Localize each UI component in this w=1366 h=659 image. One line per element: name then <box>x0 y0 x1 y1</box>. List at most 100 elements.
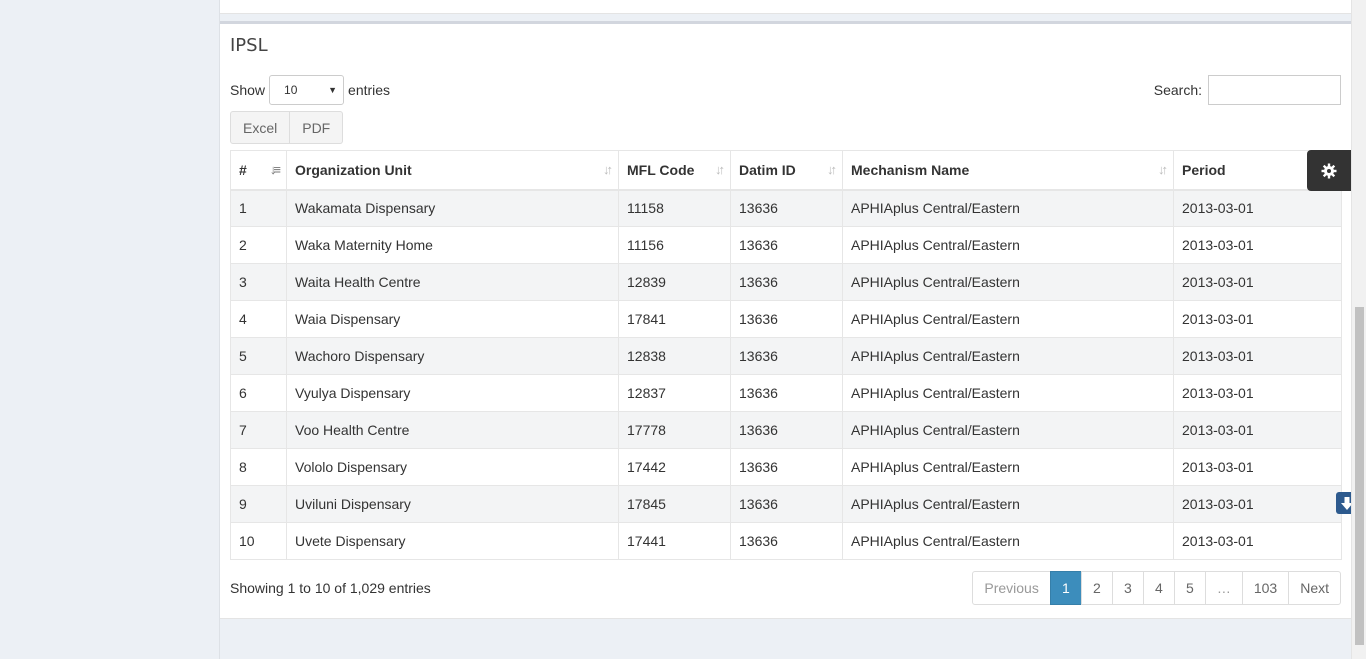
entries-length-select[interactable]: 10 ▼ <box>269 75 345 105</box>
cell-number: 5 <box>230 337 287 375</box>
cell-organization-unit: Wachoro Dispensary <box>286 337 619 375</box>
cell-organization-unit: Waka Maternity Home <box>286 226 619 264</box>
entries-length-control: Show 10 ▼ entries <box>230 75 390 105</box>
cell-mechanism-name: APHIAplus Central/Eastern <box>842 374 1174 412</box>
cell-mfl-code: 11158 <box>618 189 731 227</box>
cell-period: 2013-03-01 <box>1173 485 1342 523</box>
table-row[interactable]: 6 Vyulya Dispensary 12837 13636 APHIAplus Ce… <box>230 374 1342 412</box>
table-row[interactable]: 3 Waita Health Centre 12839 13636 APHIAplus … <box>230 263 1342 301</box>
cell-mechanism-name: APHIAplus Central/Eastern <box>842 337 1174 375</box>
cell-period: 2013-03-01 <box>1173 263 1342 301</box>
pagination-page-103[interactable]: 103 <box>1241 571 1290 605</box>
sidebar-gutter <box>0 0 219 659</box>
cell-number: 3 <box>230 263 287 301</box>
cell-mfl-code: 12837 <box>618 374 731 412</box>
settings-toggle-button[interactable] <box>1307 150 1351 191</box>
show-label: Show <box>230 82 266 98</box>
sort-both-icon: ↓↑ <box>603 162 613 177</box>
pagination-ellipsis: … <box>1204 571 1243 605</box>
table-row[interactable]: 4 Waia Dispensary 17841 13636 APHIAplus Cent… <box>230 300 1342 338</box>
column-header-number[interactable]: # ↓≡ <box>230 150 287 191</box>
cell-organization-unit: Vyulya Dispensary <box>286 374 619 412</box>
cell-datim-id: 13636 <box>730 189 843 227</box>
table-info: Showing 1 to 10 of 1,029 entries <box>230 580 431 596</box>
pagination-page-3[interactable]: 3 <box>1111 571 1144 605</box>
cell-mfl-code: 17778 <box>618 411 731 449</box>
cell-mechanism-name: APHIAplus Central/Eastern <box>842 189 1174 227</box>
table-row[interactable]: 5 Wachoro Dispensary 12838 13636 APHIAplus C… <box>230 337 1342 375</box>
cell-period: 2013-03-01 <box>1173 448 1342 486</box>
cell-mfl-code: 17442 <box>618 448 731 486</box>
data-table: # ↓≡ Organization Unit ↓↑ MFL Code ↓↑ Datim… <box>230 150 1342 560</box>
cell-period: 2013-03-01 <box>1173 226 1342 264</box>
cell-datim-id: 13636 <box>730 337 843 375</box>
table-header-row: # ↓≡ Organization Unit ↓↑ MFL Code ↓↑ Datim… <box>230 150 1342 191</box>
cell-datim-id: 13636 <box>730 374 843 412</box>
cell-organization-unit: Uviluni Dispensary <box>286 485 619 523</box>
sort-both-icon: ↓↑ <box>715 162 725 177</box>
cell-period: 2013-03-01 <box>1173 189 1342 227</box>
column-header-mfl-code[interactable]: MFL Code ↓↑ <box>618 150 731 191</box>
cell-mfl-code: 17841 <box>618 300 731 338</box>
cell-datim-id: 13636 <box>730 448 843 486</box>
column-header-datim-id[interactable]: Datim ID ↓↑ <box>730 150 843 191</box>
cell-mechanism-name: APHIAplus Central/Eastern <box>842 263 1174 301</box>
search-label: Search: <box>1153 82 1202 98</box>
cell-datim-id: 13636 <box>730 411 843 449</box>
cell-number: 4 <box>230 300 287 338</box>
table-row[interactable]: 9 Uviluni Dispensary 17845 13636 APHIAplus C… <box>230 485 1342 523</box>
excel-export-button[interactable]: Excel <box>230 111 291 144</box>
scrollbar-thumb[interactable] <box>1355 307 1364 645</box>
table-row[interactable]: 7 Voo Health Centre 17778 13636 APHIAplus Ce… <box>230 411 1342 449</box>
table-row[interactable]: 1 Wakamata Dispensary 11158 13636 APHIAplus … <box>230 189 1342 227</box>
caret-down-icon: ▼ <box>328 85 338 95</box>
entries-label: entries <box>348 82 391 98</box>
sort-both-icon: ↓↑ <box>827 162 837 177</box>
column-header-mechanism-name[interactable]: Mechanism Name ↓↑ <box>842 150 1174 191</box>
cell-mfl-code: 17845 <box>618 485 731 523</box>
cell-datim-id: 13636 <box>730 522 843 560</box>
cell-mechanism-name: APHIAplus Central/Eastern <box>842 522 1174 560</box>
cell-organization-unit: Vololo Dispensary <box>286 448 619 486</box>
previous-box-bottom <box>220 0 1351 14</box>
cell-period: 2013-03-01 <box>1173 374 1342 412</box>
cell-organization-unit: Wakamata Dispensary <box>286 189 619 227</box>
table-row[interactable]: 2 Waka Maternity Home 11156 13636 APHIAplus … <box>230 226 1342 264</box>
table-row[interactable]: 10 Uvete Dispensary 17441 13636 APHIAplus Ce… <box>230 522 1342 560</box>
cell-organization-unit: Voo Health Centre <box>286 411 619 449</box>
cell-number: 6 <box>230 374 287 412</box>
page-scrollbar[interactable] <box>1351 0 1366 659</box>
cell-datim-id: 13636 <box>730 300 843 338</box>
cell-organization-unit: Waia Dispensary <box>286 300 619 338</box>
pagination-next[interactable]: Next <box>1288 571 1341 605</box>
cell-organization-unit: Waita Health Centre <box>286 263 619 301</box>
pdf-export-button[interactable]: PDF <box>290 111 344 144</box>
ipsl-box: IPSL Show 10 ▼ entries Search: Excel PDF… <box>220 21 1351 619</box>
pagination-page-2[interactable]: 2 <box>1080 571 1113 605</box>
sort-ascending-icon: ↓≡ <box>269 162 281 177</box>
gear-icon <box>1321 163 1337 178</box>
cell-number: 1 <box>230 189 287 227</box>
cell-period: 2013-03-01 <box>1173 337 1342 375</box>
table-row[interactable]: 8 Vololo Dispensary 17442 13636 APHIAplus Ce… <box>230 448 1342 486</box>
sort-both-icon: ↓↑ <box>1158 162 1168 177</box>
pagination-page-1[interactable]: 1 <box>1049 571 1082 605</box>
cell-number: 8 <box>230 448 287 486</box>
cell-mechanism-name: APHIAplus Central/Eastern <box>842 226 1174 264</box>
cell-mfl-code: 12839 <box>618 263 731 301</box>
column-header-organization-unit[interactable]: Organization Unit ↓↑ <box>286 150 619 191</box>
cell-organization-unit: Uvete Dispensary <box>286 522 619 560</box>
search-input[interactable] <box>1208 75 1341 105</box>
pagination-previous[interactable]: Previous <box>972 571 1051 605</box>
cell-mfl-code: 11156 <box>618 226 731 264</box>
cell-period: 2013-03-01 <box>1173 411 1342 449</box>
pagination: Previous 1 2 3 4 5 … 103 Next <box>972 571 1341 605</box>
cell-mfl-code: 12838 <box>618 337 731 375</box>
cell-mechanism-name: APHIAplus Central/Eastern <box>842 411 1174 449</box>
cell-datim-id: 13636 <box>730 226 843 264</box>
cell-datim-id: 13636 <box>730 485 843 523</box>
pagination-page-4[interactable]: 4 <box>1142 571 1175 605</box>
export-button-group: Excel PDF <box>230 111 344 144</box>
table-body: 1 Wakamata Dispensary 11158 13636 APHIAplus … <box>230 189 1342 560</box>
pagination-page-5[interactable]: 5 <box>1173 571 1206 605</box>
